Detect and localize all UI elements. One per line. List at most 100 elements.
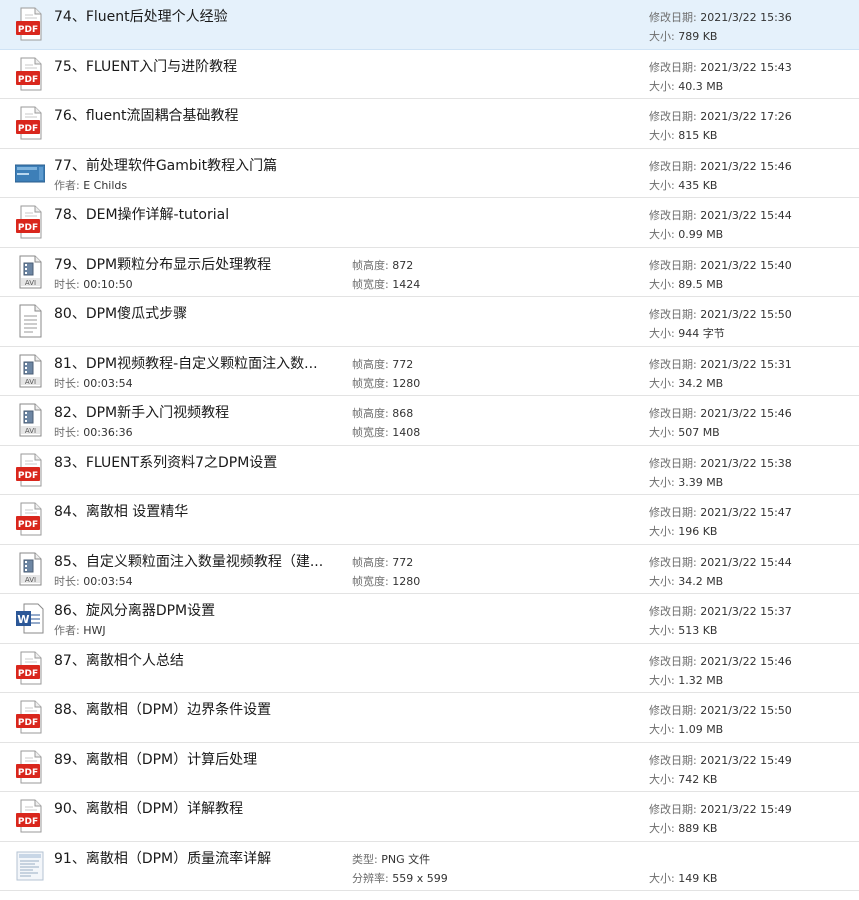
image-resolution: 分辨率: 559 x 599 <box>352 870 448 886</box>
file-size-label: 大小: <box>649 822 679 835</box>
file-size-value: 513 KB <box>678 624 718 637</box>
modified-date-value: 2021/3/22 15:46 <box>700 159 792 173</box>
file-row[interactable]: PDF 84、离散相 设置精华 修改日期: 2021/3/22 15:47 大小: 1… <box>0 495 859 545</box>
file-row[interactable]: AVI 81、DPM视频教程-自定义颗粒面注入数... 时长: 00:03:54 帧高… <box>0 347 859 396</box>
modified-date-value: 2021/3/22 15:40 <box>700 258 792 272</box>
file-duration-value: 00:03:54 <box>83 574 133 588</box>
image-resolution-value: 559 x 599 <box>392 871 448 885</box>
pdf-file-icon: PDF <box>15 502 45 536</box>
file-type-value: PNG 文件 <box>381 852 431 866</box>
file-size-label: 大小: <box>649 129 679 142</box>
file-name: 83、FLUENT系列资料7之DPM设置 <box>54 454 278 471</box>
frame-width-label: 帧宽度: <box>352 376 393 390</box>
svg-text:AVI: AVI <box>25 576 36 584</box>
file-row[interactable]: 91、离散相（DPM）质量流率详解 类型: PNG 文件 分辨率: 559 x 59… <box>0 842 859 891</box>
modified-date-value: 2021/3/22 15:46 <box>700 654 792 668</box>
file-row[interactable]: PDF 88、离散相（DPM）边界条件设置 修改日期: 2021/3/22 15:5… <box>0 693 859 743</box>
file-row[interactable]: AVI 79、DPM颗粒分布显示后处理教程 时长: 00:10:50 帧高度: 872… <box>0 248 859 297</box>
modified-date: 修改日期: 2021/3/22 15:37 <box>649 603 792 619</box>
file-size-label: 大小: <box>649 327 679 340</box>
file-size: 大小: 889 KB <box>649 820 717 836</box>
file-size-value: 1.09 MB <box>678 723 724 736</box>
modified-date-label: 修改日期: <box>649 110 701 123</box>
file-name: 85、自定义颗粒面注入数量视频教程（建... <box>54 553 324 570</box>
file-duration: 时长: 00:36:36 <box>54 424 133 440</box>
modified-date: 修改日期: 2021/3/22 15:47 <box>649 504 792 520</box>
file-duration-label: 时长: <box>54 277 84 291</box>
file-size-value: 149 KB <box>678 871 718 885</box>
file-row[interactable]: AVI 85、自定义颗粒面注入数量视频教程（建... 时长: 00:03:54 帧高度… <box>0 545 859 594</box>
file-name: 75、FLUENT入门与进阶教程 <box>54 58 238 75</box>
frame-width-label: 帧宽度: <box>352 277 393 291</box>
file-size: 大小: 815 KB <box>649 127 717 143</box>
svg-text:PDF: PDF <box>18 471 38 481</box>
modified-date-value: 2021/3/22 15:50 <box>700 308 792 321</box>
file-size-label: 大小: <box>649 673 679 687</box>
pdf-file-icon: PDF <box>15 57 45 91</box>
file-row[interactable]: PDF 75、FLUENT入门与进阶教程 修改日期: 2021/3/22 15:43… <box>0 50 859 99</box>
file-size-label: 大小: <box>649 871 679 885</box>
file-size: 大小: 40.3 MB <box>649 78 723 94</box>
svg-text:AVI: AVI <box>25 378 36 386</box>
svg-text:PDF: PDF <box>18 669 38 679</box>
frame-height-value: 772 <box>392 357 414 371</box>
modified-date-label: 修改日期: <box>649 803 701 816</box>
file-size: 大小: 789 KB <box>649 28 717 44</box>
frame-width-value: 1408 <box>392 426 421 439</box>
modified-date: 修改日期: 2021/3/22 15:46 <box>649 158 792 174</box>
file-type-label: 类型: <box>352 852 382 866</box>
file-name: 74、Fluent后处理个人经验 <box>54 9 228 25</box>
frame-height-label: 帧高度: <box>352 555 393 569</box>
file-size-value: 40.3 MB <box>678 79 724 93</box>
modified-date-value: 2021/3/22 15:43 <box>700 60 792 74</box>
file-size: 大小: 34.2 MB <box>649 573 723 589</box>
file-size: 大小: 1.09 MB <box>649 721 723 737</box>
file-size-value: 89.5 MB <box>678 277 724 291</box>
file-duration-label: 时长: <box>54 426 84 439</box>
file-size-label: 大小: <box>649 376 679 390</box>
svg-text:PDF: PDF <box>18 75 38 85</box>
file-row[interactable]: PDF 90、离散相（DPM）详解教程 修改日期: 2021/3/22 15:49 大… <box>0 792 859 842</box>
svg-text:PDF: PDF <box>18 718 38 728</box>
file-row[interactable]: PDF 83、FLUENT系列资料7之DPM设置 修改日期: 2021/3/22 1… <box>0 446 859 495</box>
file-name: 79、DPM颗粒分布显示后处理教程 <box>54 256 272 273</box>
modified-date-value: 2021/3/22 15:49 <box>700 803 792 816</box>
modified-date-value: 2021/3/22 15:31 <box>700 357 792 371</box>
pdf-file-icon: PDF <box>15 750 45 784</box>
modified-date-label: 修改日期: <box>649 506 701 519</box>
file-row[interactable]: W 86、旋风分离器DPM设置 作者: HWJ 修改日期: 2021/3/22 15:… <box>0 594 859 644</box>
modified-date: 修改日期: 2021/3/22 15:46 <box>649 653 792 669</box>
modified-date-value: 2021/3/22 15:50 <box>700 704 792 717</box>
file-size: 大小: 3.39 MB <box>649 474 723 490</box>
file-row[interactable]: PDF 74、Fluent后处理个人经验 修改日期: 2021/3/22 15:36… <box>0 0 859 50</box>
file-name: 76、fluent流固耦合基础教程 <box>54 108 239 124</box>
file-duration: 时长: 00:03:54 <box>54 375 133 391</box>
file-row[interactable]: AVI 82、DPM新手入门视频教程 时长: 00:36:36 帧高度: 868 帧宽度… <box>0 396 859 446</box>
svg-text:AVI: AVI <box>25 279 36 287</box>
file-row[interactable]: PDF 76、fluent流固耦合基础教程 修改日期: 2021/3/22 17:2… <box>0 99 859 149</box>
modified-date: 修改日期: 2021/3/22 17:26 <box>649 108 792 124</box>
file-size-value: 789 KB <box>678 30 718 43</box>
modified-date: 修改日期: 2021/3/22 15:43 <box>649 59 792 75</box>
file-row[interactable]: 80、DPM傻瓜式步骤 修改日期: 2021/3/22 15:50 大小: 944 … <box>0 297 859 347</box>
file-row[interactable]: PDF 78、DEM操作详解-tutorial 修改日期: 2021/3/22 15… <box>0 198 859 248</box>
file-row[interactable]: PDF 87、离散相个人总结 修改日期: 2021/3/22 15:46 大小: 1.… <box>0 644 859 693</box>
file-size: 大小: 513 KB <box>649 622 717 638</box>
svg-text:PDF: PDF <box>18 223 38 233</box>
file-size-value: 34.2 MB <box>678 574 724 588</box>
file-row[interactable]: 77、前处理软件Gambit教程入门篇 作者: E Childs 修改日期: 202… <box>0 149 859 198</box>
file-size-label: 大小: <box>649 723 679 736</box>
modified-date-value: 2021/3/22 15:46 <box>700 407 792 420</box>
video-file-icon: AVI <box>15 255 45 289</box>
pdf-file-icon: PDF <box>15 106 45 140</box>
pdf-file-icon: PDF <box>15 453 45 487</box>
file-row[interactable]: PDF 89、离散相（DPM）计算后处理 修改日期: 2021/3/22 15:49… <box>0 743 859 792</box>
text-file-icon <box>15 304 45 338</box>
modified-date-label: 修改日期: <box>649 159 701 173</box>
modified-date: 修改日期: 2021/3/22 15:50 <box>649 702 792 718</box>
file-name: 78、DEM操作详解-tutorial <box>54 207 230 223</box>
image-file-icon <box>15 849 45 883</box>
modified-date-label: 修改日期: <box>649 555 701 569</box>
file-size-value: 34.2 MB <box>678 376 724 390</box>
file-size-value: 3.39 MB <box>678 475 724 489</box>
